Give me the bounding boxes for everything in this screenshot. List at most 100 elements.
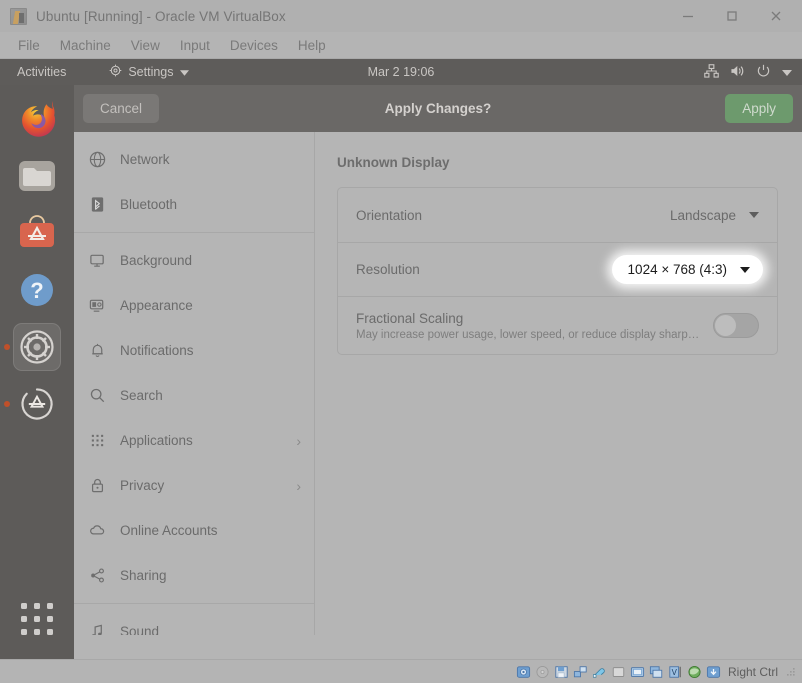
sidebar-item-label: Search [120, 388, 163, 403]
fractional-scaling-text: Fractional Scaling May increase power us… [356, 311, 699, 341]
volume-icon [730, 64, 745, 81]
vbox-statusbar: V Right Ctrl [0, 659, 802, 683]
virtualization-icon[interactable]: V [668, 665, 683, 679]
grid-dot [34, 616, 40, 622]
shared-folder-icon[interactable] [611, 665, 626, 679]
sidebar-item-applications[interactable]: Applications › [74, 418, 314, 463]
grid-dot [34, 603, 40, 609]
software-store-icon [20, 215, 54, 247]
sidebar-separator [74, 603, 314, 604]
floppy-icon[interactable] [554, 665, 569, 679]
sidebar-item-label: Appearance [120, 298, 193, 313]
orientation-row: Orientation Landscape [338, 188, 777, 242]
search-icon [87, 386, 107, 406]
virtualbox-icon [10, 7, 27, 25]
settings-body: Network Bluetooth Background Appearance … [74, 132, 802, 635]
network-icon[interactable] [573, 665, 588, 679]
display-heading: Unknown Display [337, 155, 450, 170]
sidebar-item-label: Applications [120, 433, 193, 448]
sidebar-item-label: Sharing [120, 568, 167, 583]
menu-view[interactable]: View [121, 35, 170, 56]
lock-icon [87, 476, 107, 496]
files-folder-icon [19, 161, 55, 191]
sidebar-item-online-accounts[interactable]: Online Accounts [74, 508, 314, 553]
grid-dot [47, 629, 53, 635]
mouse-capture-icon[interactable] [687, 665, 702, 679]
window-controls [666, 0, 798, 32]
dock-item-settings[interactable] [4, 323, 61, 371]
settings-gear-icon [109, 64, 122, 80]
resolution-value: 1024 × 768 (4:3) [627, 262, 727, 277]
sidebar-item-search[interactable]: Search [74, 373, 314, 418]
keyboard-icon[interactable] [706, 665, 721, 679]
resize-grip[interactable] [786, 667, 796, 677]
sidebar-item-network[interactable]: Network [74, 137, 314, 182]
toggle-knob [715, 315, 736, 336]
clock[interactable]: Mar 2 19:06 [368, 65, 435, 79]
background-monitor-icon [87, 251, 107, 271]
software-updater-icon [21, 388, 53, 420]
system-status-area[interactable] [704, 63, 792, 81]
music-note-icon [87, 622, 107, 635]
cancel-button[interactable]: Cancel [83, 94, 160, 123]
dialog-title: Apply Changes? [384, 101, 492, 116]
sidebar-item-bluetooth[interactable]: Bluetooth [74, 182, 314, 227]
usb-icon[interactable] [592, 665, 607, 679]
dock-item-files[interactable] [13, 152, 61, 200]
menu-help[interactable]: Help [288, 35, 336, 56]
sidebar-item-label: Sound [120, 624, 160, 635]
dock-item-software-updater[interactable] [4, 380, 61, 428]
window-titlebar: Ubuntu [Running] - Oracle VM VirtualBox [0, 0, 802, 32]
sidebar-item-background[interactable]: Background [74, 238, 314, 283]
recording-icon[interactable] [649, 665, 664, 679]
host-key-label: Right Ctrl [727, 664, 778, 679]
settings-sidebar[interactable]: Network Bluetooth Background Appearance … [74, 132, 315, 635]
orientation-value: Landscape [669, 207, 736, 223]
display-settings-card: Orientation Landscape Resolution 1024 × … [337, 187, 778, 355]
resolution-row: Resolution 1024 × 768 (4:3) [338, 242, 777, 296]
running-indicator [4, 401, 10, 407]
globe-network-icon [87, 150, 107, 170]
close-button[interactable] [754, 1, 798, 31]
optical-disk-icon[interactable] [535, 665, 550, 679]
sidebar-item-label: Online Accounts [120, 523, 218, 538]
harddisk-icon[interactable] [516, 665, 531, 679]
chevron-down-icon [179, 65, 189, 79]
display-settings-panel: Unknown Display Orientation Landscape Re… [315, 132, 802, 635]
chevron-down-icon [740, 266, 750, 273]
menu-machine[interactable]: Machine [50, 35, 121, 56]
dock-item-ubuntu-software[interactable] [13, 209, 61, 257]
wired-network-icon [704, 63, 719, 81]
sidebar-item-label: Network [120, 152, 170, 167]
sidebar-item-sound[interactable]: Sound [74, 609, 314, 635]
menubar: File Machine View Input Devices Help [0, 32, 802, 59]
resolution-label: Resolution [356, 262, 420, 277]
fractional-scaling-row: Fractional Scaling May increase power us… [338, 296, 777, 354]
sidebar-item-privacy[interactable]: Privacy › [74, 463, 314, 508]
apply-button[interactable]: Apply [725, 94, 793, 123]
window-title: Ubuntu [Running] - Oracle VM VirtualBox [36, 8, 286, 24]
activities-button[interactable]: Activities [10, 63, 73, 81]
orientation-dropdown[interactable]: Landscape [670, 208, 759, 223]
sidebar-item-appearance[interactable]: Appearance [74, 283, 314, 328]
resolution-dropdown[interactable]: 1024 × 768 (4:3) [611, 255, 763, 284]
show-applications-button[interactable] [13, 595, 61, 643]
fractional-scaling-toggle[interactable] [713, 313, 759, 338]
fractional-scaling-label: Fractional Scaling [356, 310, 464, 326]
dock-item-firefox[interactable] [13, 95, 61, 143]
dock-item-help[interactable]: ? [13, 266, 61, 314]
grid-dot [21, 616, 27, 622]
guest-screen: Activities Settings Mar 2 19:06 ? Cancel… [0, 59, 802, 659]
dialog-headerbar: Cancel Apply Changes? Apply [74, 85, 802, 132]
chevron-down-icon [782, 65, 792, 79]
maximize-button[interactable] [710, 1, 754, 31]
minimize-button[interactable] [666, 1, 710, 31]
menu-file[interactable]: File [8, 35, 50, 56]
menu-devices[interactable]: Devices [220, 35, 288, 56]
display-icon[interactable] [630, 665, 645, 679]
sidebar-item-sharing[interactable]: Sharing [74, 553, 314, 598]
app-menu-settings[interactable]: Settings [103, 62, 194, 82]
menu-input[interactable]: Input [170, 35, 220, 56]
bell-icon [87, 341, 107, 361]
sidebar-item-notifications[interactable]: Notifications [74, 328, 314, 373]
